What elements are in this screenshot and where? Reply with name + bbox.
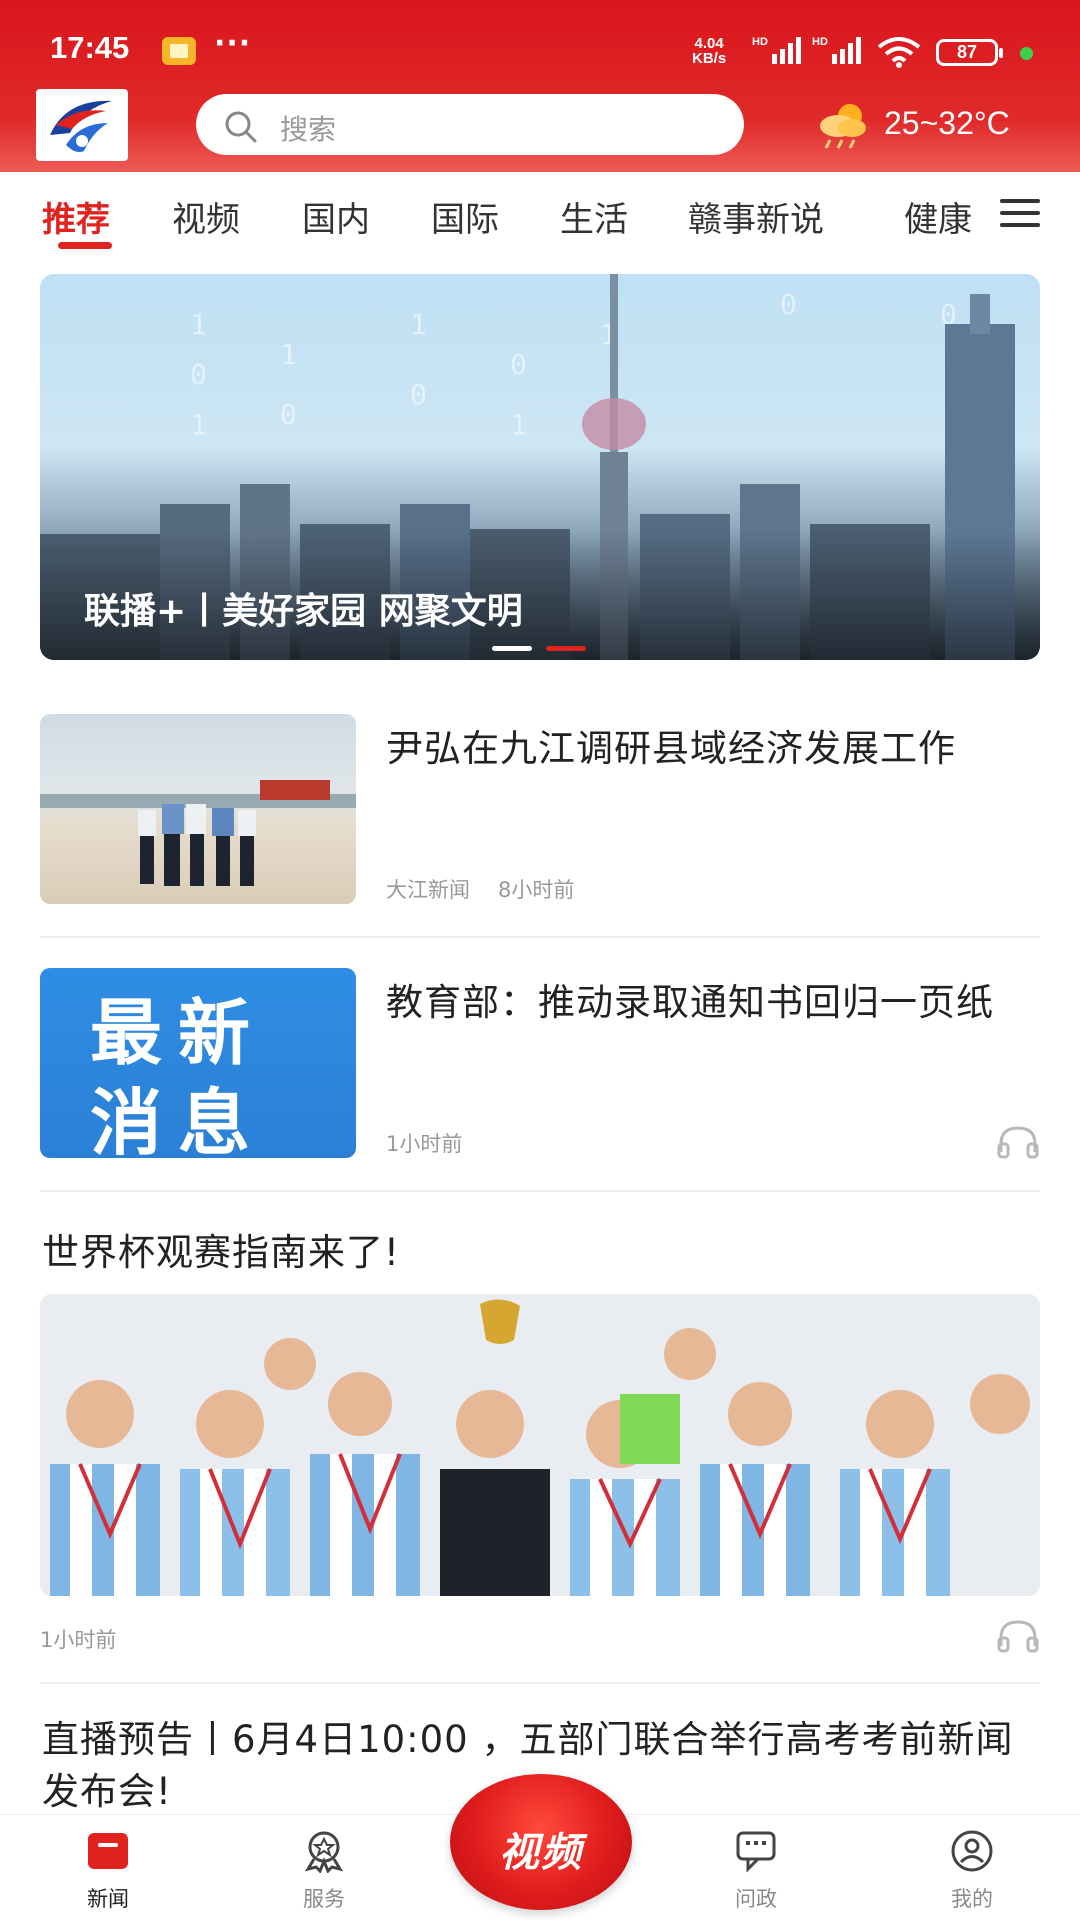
svg-text:0: 0 (190, 358, 207, 391)
status-green-dot (1020, 47, 1033, 60)
thumb-text-line2: 消息 (90, 1080, 267, 1158)
cloud-sun-rain-icon (820, 104, 866, 149)
news-icon (88, 1833, 128, 1869)
svg-text:1: 1 (410, 308, 427, 341)
news-photo-1 (40, 780, 356, 886)
tab-health[interactable]: 健康 (904, 192, 972, 241)
banner-title: 联播+丨美好家园 网聚文明 (84, 591, 523, 632)
news-item-2[interactable]: 最新 消息 教育部：推动录取通知书回归一页纸 1小时前 (40, 968, 1040, 1160)
svg-text:1: 1 (280, 338, 297, 371)
news-meta-1: 大江新闻 8小时前 (386, 874, 574, 904)
divider (40, 936, 1040, 938)
feature-image[interactable] (40, 1294, 1040, 1596)
nav-mine[interactable]: 我的 (912, 1815, 1032, 1920)
news-item-1[interactable]: 尹弘在九江调研县域经济发展工作 大江新闻 8小时前 (40, 714, 1040, 904)
tab-domestic[interactable]: 国内 (302, 192, 370, 241)
tab-video[interactable]: 视频 (172, 192, 240, 241)
signal-sim1-icon: HD (752, 36, 801, 64)
svg-text:1: 1 (190, 308, 207, 341)
feature-time: 1小时前 (40, 1628, 117, 1652)
wifi-icon (877, 37, 921, 68)
carousel-dot-2-active[interactable] (546, 646, 586, 651)
network-speed: 4.04 KB/s (692, 36, 726, 66)
feature-photo (40, 1294, 1040, 1596)
more-notifications-icon: ··· (214, 26, 252, 61)
app-logo-icon (50, 100, 112, 153)
menu-icon[interactable] (1000, 199, 1040, 229)
tab-international[interactable]: 国际 (431, 192, 499, 241)
search-bar[interactable]: 搜索 (196, 94, 744, 155)
divider (40, 1682, 1040, 1684)
svg-text:0: 0 (780, 288, 797, 321)
app-logo[interactable] (36, 89, 128, 161)
nav-news-label: 新闻 (87, 1887, 129, 1911)
carousel-dot-1[interactable] (492, 646, 532, 651)
banner-carousel[interactable]: 101 10 10 01 100 联播+丨美好家园 网聚文明 (40, 274, 1040, 660)
status-bar: 17:45 ··· 4.04 KB/s HD HD 87 (0, 0, 1080, 92)
feature-title[interactable]: 世界杯观赛指南来了! (42, 1222, 400, 1276)
nav-mine-label: 我的 (951, 1887, 993, 1911)
tab-ganshi-xinshuo[interactable]: 赣事新说 (688, 192, 824, 241)
svg-text:0: 0 (510, 348, 527, 381)
video-center-button[interactable]: 视频 (450, 1774, 632, 1910)
news-title-1[interactable]: 尹弘在九江调研县域经济发展工作 (386, 724, 1016, 774)
svg-text:0: 0 (280, 398, 297, 431)
news-thumbnail-1 (40, 714, 356, 904)
battery-indicator: 87 (936, 39, 1003, 66)
tab-life[interactable]: 生活 (560, 192, 628, 241)
headphones-icon[interactable] (996, 1618, 1040, 1654)
weather-temperature[interactable]: 25~32°C (884, 105, 1010, 142)
signal-sim2-hd: HD (812, 36, 828, 48)
network-speed-unit: KB/s (692, 50, 727, 67)
svg-text:1: 1 (190, 408, 207, 441)
search-placeholder: 搜索 (280, 113, 337, 146)
svg-text:0: 0 (410, 378, 427, 411)
tab-recommend[interactable]: 推荐 (42, 192, 110, 241)
active-tab-indicator (58, 242, 112, 249)
news-time-1: 8小时前 (498, 878, 575, 902)
user-icon (951, 1830, 993, 1872)
news-thumbnail-2: 最新 消息 (40, 968, 356, 1158)
headphones-icon[interactable] (996, 1124, 1040, 1160)
service-icon (304, 1831, 344, 1873)
news-title-2[interactable]: 教育部：推动录取通知书回归一页纸 (386, 978, 1016, 1028)
nav-wenzheng-label: 问政 (735, 1887, 777, 1911)
nav-news[interactable]: 新闻 (48, 1815, 168, 1920)
nav-service[interactable]: 服务 (264, 1815, 384, 1920)
app-header: 17:45 ··· 4.04 KB/s HD HD 87 搜索 25~32°C (0, 0, 1080, 172)
signal-sim2-icon: HD (812, 36, 861, 64)
app-screen: 17:45 ··· 4.04 KB/s HD HD 87 搜索 25~32°C … (0, 0, 1080, 1920)
svg-text:1: 1 (510, 408, 527, 441)
status-time: 17:45 (50, 30, 130, 65)
news-source-1: 大江新闻 (386, 878, 470, 902)
nav-wenzheng[interactable]: 问政 (696, 1815, 816, 1920)
nav-service-label: 服务 (303, 1887, 345, 1911)
chat-icon (736, 1831, 776, 1873)
signal-sim1-hd: HD (752, 36, 768, 48)
search-icon (225, 111, 257, 143)
notification-gallery-icon (162, 37, 196, 65)
category-tabs: 推荐 视频 国内 国际 生活 赣事新说 健康 (0, 172, 1080, 264)
network-speed-value: 4.04 (694, 35, 724, 52)
divider (40, 1190, 1040, 1192)
video-button-label: 视频 (499, 1830, 583, 1876)
news-time-2: 1小时前 (386, 1132, 463, 1156)
